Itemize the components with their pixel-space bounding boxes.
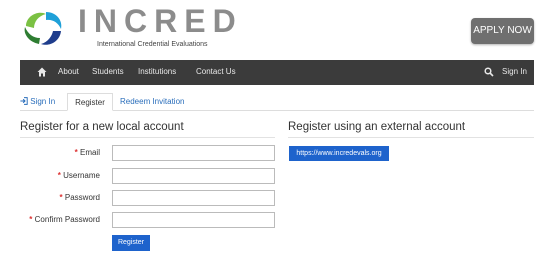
register-button[interactable]: Register	[112, 235, 150, 251]
external-account-heading: Register using an external account	[288, 121, 466, 133]
username-field[interactable]	[112, 168, 275, 184]
main-navbar: About Students Institutions Contact Us S…	[20, 60, 534, 85]
logo-wordmark: INCRED	[78, 3, 243, 39]
nav-sign-in[interactable]: Sign In	[502, 67, 527, 77]
tab-sign-in[interactable]: Sign In	[20, 93, 62, 111]
confirm-password-field[interactable]	[112, 212, 275, 228]
search-icon[interactable]	[484, 67, 494, 77]
incred-logo[interactable]: INCRED International Credential Evaluati…	[20, 3, 250, 50]
apply-now-button[interactable]: APPLY NOW	[471, 18, 534, 44]
local-heading-divider	[20, 137, 275, 138]
tab-redeem-invitation[interactable]: Redeem Invitation	[120, 93, 200, 111]
site-header: INCRED International Credential Evaluati…	[0, 0, 552, 58]
required-marker: *	[29, 215, 33, 224]
logo-subtitle: International Credential Evaluations	[97, 41, 208, 48]
sign-in-icon	[20, 97, 28, 105]
incred-logo-mark	[24, 9, 62, 47]
username-label-text: Username	[63, 171, 100, 180]
confirm-password-label-text: Confirm Password	[34, 215, 100, 224]
required-marker: *	[57, 171, 61, 180]
tab-sign-in-label: Sign In	[30, 97, 56, 106]
password-label-text: Password	[64, 193, 100, 202]
nav-about[interactable]: About	[58, 67, 79, 77]
required-marker: *	[59, 193, 63, 202]
account-tabs: Sign In Register Redeem Invitation	[20, 93, 534, 111]
email-label: * Email	[0, 145, 100, 161]
home-icon[interactable]	[37, 67, 47, 77]
email-label-text: Email	[79, 148, 100, 157]
nav-contact-us[interactable]: Contact Us	[196, 67, 236, 77]
password-label: * Password	[0, 190, 100, 206]
nav-students[interactable]: Students	[92, 67, 124, 77]
password-field[interactable]	[112, 190, 275, 206]
nav-institutions[interactable]: Institutions	[138, 67, 176, 77]
confirm-password-label: * Confirm Password	[0, 212, 100, 228]
username-label: * Username	[0, 168, 100, 184]
email-field[interactable]	[112, 145, 275, 161]
tab-register[interactable]: Register	[67, 93, 113, 111]
external-provider-button[interactable]: https://www.incredevals.org	[289, 146, 389, 161]
local-account-heading: Register for a new local account	[20, 121, 184, 133]
required-marker: *	[74, 148, 78, 157]
external-heading-divider	[288, 137, 534, 138]
